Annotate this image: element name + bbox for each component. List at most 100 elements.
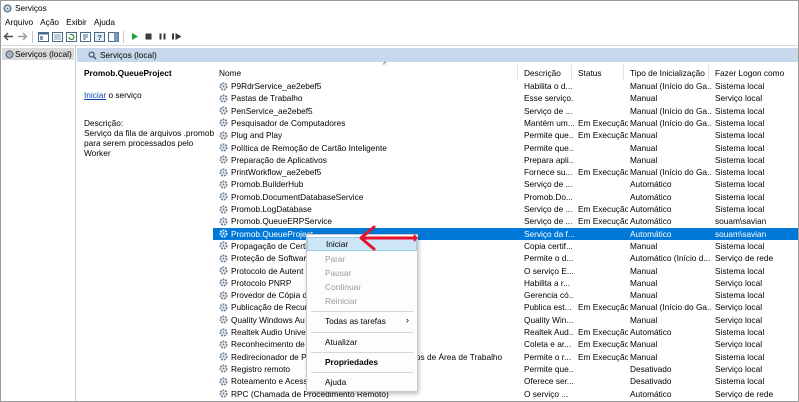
context-menu-item-todas-as-tarefas[interactable]: Todas as tarefas ›	[307, 314, 417, 328]
restart-service-icon[interactable]	[170, 30, 183, 43]
table-row[interactable]: Proteção de Softwar Permite o d... Automát…	[213, 252, 798, 264]
context-menu-item-atualizar[interactable]: Atualizar	[307, 335, 417, 349]
submenu-chevron-right-icon: ›	[406, 315, 409, 325]
table-row[interactable]: Publicação de Recur Publica est... Em Exec…	[213, 301, 798, 313]
table-row[interactable]: Roteamento e Acess Oferece ser... Desativa…	[213, 375, 798, 387]
table-row[interactable]: Protocolo PNRP Habilita a r... Manual Servi…	[213, 277, 798, 289]
table-row[interactable]: Pastas de Trabalho Esse serviço... Manual S…	[213, 92, 798, 104]
table-row[interactable]: Plug and Play Permite que... Em Execução Ma…	[213, 129, 798, 141]
cell-status: Em Execução	[578, 339, 628, 350]
cell-description: Gerencia có...	[524, 290, 574, 301]
context-menu-separator	[311, 311, 413, 312]
service-name: Política de Remoção de Cartão Inteligent…	[231, 142, 387, 153]
cell-description: Permite que...	[524, 142, 574, 153]
cell-description: Coleta e ar...	[524, 339, 572, 350]
table-row[interactable]: Realtek Audio Unive Realtek Aud... Em Exec…	[213, 326, 798, 338]
table-row[interactable]: PenService_ae2ebef5 Serviço de ... Manual …	[213, 105, 798, 117]
cell-startup-type: Manual	[630, 142, 658, 153]
table-row[interactable]: Reconhecimento de Coleta e ar... Em Execuç…	[213, 338, 798, 350]
cell-description: O serviço E...	[524, 265, 574, 276]
column-header-logon[interactable]: Fazer Logon como	[709, 65, 798, 80]
cell-startup-type: Automático (Início d...	[630, 253, 711, 264]
context-menu-item-pausar: Pausar	[307, 266, 417, 280]
cell-logon: Serviço de rede	[715, 388, 774, 399]
cell-status: Em Execução	[578, 204, 628, 214]
table-row[interactable]: Redirecionador de Prviços de Área de Tra…	[213, 351, 798, 363]
column-header-name[interactable]: Nome	[213, 65, 518, 80]
column-header-description[interactable]: Descrição	[518, 65, 572, 80]
context-menu-item-propriedades[interactable]: Propriedades	[307, 355, 417, 369]
console-tree-icon[interactable]	[37, 30, 50, 43]
list-view-icon[interactable]	[51, 30, 64, 43]
service-gear-icon	[219, 204, 228, 214]
table-row[interactable]: Promob.DocumentDatabaseService Promob.Do.…	[213, 191, 798, 203]
service-name: Pastas de Trabalho	[231, 93, 303, 104]
context-menu-item-label: Ajuda	[325, 377, 347, 387]
cell-description: Permite o d...	[524, 253, 574, 264]
service-gear-icon	[219, 266, 228, 275]
context-menu-item-parar: Parar	[307, 252, 417, 266]
service-name: Promob.DocumentDatabaseService	[231, 191, 364, 202]
back-arrow-icon[interactable]	[2, 30, 15, 43]
export-list-icon[interactable]	[79, 30, 92, 43]
table-row[interactable]: Política de Remoção de Cartão Inteligent…	[213, 142, 798, 154]
forward-arrow-icon[interactable]	[16, 30, 29, 43]
start-service-icon[interactable]	[128, 30, 141, 43]
properties-pane-icon[interactable]	[107, 30, 120, 43]
service-gear-icon	[219, 364, 228, 373]
table-row[interactable]: Provedor de Cópia dftGerencia có...Manua…	[213, 289, 798, 301]
table-row[interactable]: Promob.BuilderHub Serviço de ... Automátic…	[213, 178, 798, 190]
services-list: Nome ^ Descrição Status Tipo de Iniciali…	[213, 62, 798, 401]
cell-logon: Sistema local	[715, 142, 765, 153]
stop-service-icon[interactable]	[142, 30, 155, 43]
context-menu-separator	[311, 332, 413, 333]
start-service-link[interactable]: Iniciar	[84, 90, 106, 100]
table-row-selected[interactable]: Promob.QueueProject Serviço da f... Automá…	[213, 227, 798, 240]
table-row[interactable]: Protocolo de Autent O serviço E... Manual S…	[213, 265, 798, 277]
table-row[interactable]: Preparação de Aplicativos Prepara apli...…	[213, 154, 798, 166]
table-row[interactable]: RPC (Chamada de Procedimento Remoto) O se…	[213, 388, 798, 400]
cell-startup-type: Manual	[630, 290, 658, 301]
menu-acao[interactable]: Ação	[40, 17, 59, 27]
service-gear-icon	[219, 192, 228, 201]
context-menu-item-ajuda[interactable]: Ajuda	[307, 375, 417, 389]
menu-ajuda[interactable]: Ajuda	[94, 17, 115, 27]
service-name: P9RdrService_ae2ebef5	[231, 81, 322, 91]
menu-arquivo[interactable]: Arquivo	[5, 17, 33, 27]
tree-item-services-local[interactable]: Serviços (local)	[2, 48, 74, 60]
cell-description: Copia certif...	[524, 240, 573, 251]
table-row[interactable]: Registro remoto Permite que... Desativado S…	[213, 363, 798, 375]
service-gear-icon	[219, 81, 228, 91]
description-label: Descrição:	[84, 118, 124, 128]
cell-startup-type: Automático	[630, 327, 672, 337]
help-icon[interactable]: ?	[93, 30, 106, 43]
service-gear-icon	[219, 241, 228, 250]
toolbar: ?	[1, 28, 798, 46]
pause-service-icon[interactable]	[156, 30, 169, 43]
cell-logon: Sistema local	[715, 105, 765, 116]
cell-status	[578, 105, 628, 117]
column-header-status[interactable]: Status	[572, 65, 624, 80]
service-gear-icon	[219, 352, 228, 361]
cell-name: PrintWorkflow_ae2ebef5	[219, 166, 514, 178]
column-header-startup-type-label: Tipo de Inicialização	[630, 67, 705, 78]
cell-status	[578, 252, 628, 264]
table-row[interactable]: Propagação de Certi Copia certif... Manual…	[213, 240, 798, 252]
table-row[interactable]: Promob.LogDatabase Serviço de ... Em Execu…	[213, 203, 798, 215]
service-name: Propagação de Certi	[231, 240, 308, 251]
menu-exibir[interactable]: Exibir	[66, 17, 87, 27]
cell-status: Em Execução	[578, 327, 628, 337]
service-name: Quality Windows Au	[231, 314, 305, 325]
table-row[interactable]: Pesquisador de Computadores Mantém um... E…	[213, 117, 798, 129]
window-title: Serviços	[15, 3, 47, 13]
table-row[interactable]: P9RdrService_ae2ebef5 Habilita o d... Manu…	[213, 80, 798, 92]
table-row[interactable]: PrintWorkflow_ae2ebef5 Fornece su... Em Ex…	[213, 166, 798, 178]
cell-startup-type: Manual	[630, 339, 658, 350]
context-menu-item-label: Parar	[325, 254, 346, 264]
service-name: Roteamento e Acess	[231, 376, 308, 387]
refresh-icon[interactable]	[65, 30, 78, 43]
cell-startup-type: Desativado	[630, 363, 672, 374]
table-row[interactable]: Promob.QueueERPService Serviço de ... Em E…	[213, 215, 798, 227]
table-row[interactable]: Quality Windows Au Quality Win... Manual Se…	[213, 314, 798, 326]
column-header-startup-type[interactable]: Tipo de Inicialização	[624, 65, 709, 80]
